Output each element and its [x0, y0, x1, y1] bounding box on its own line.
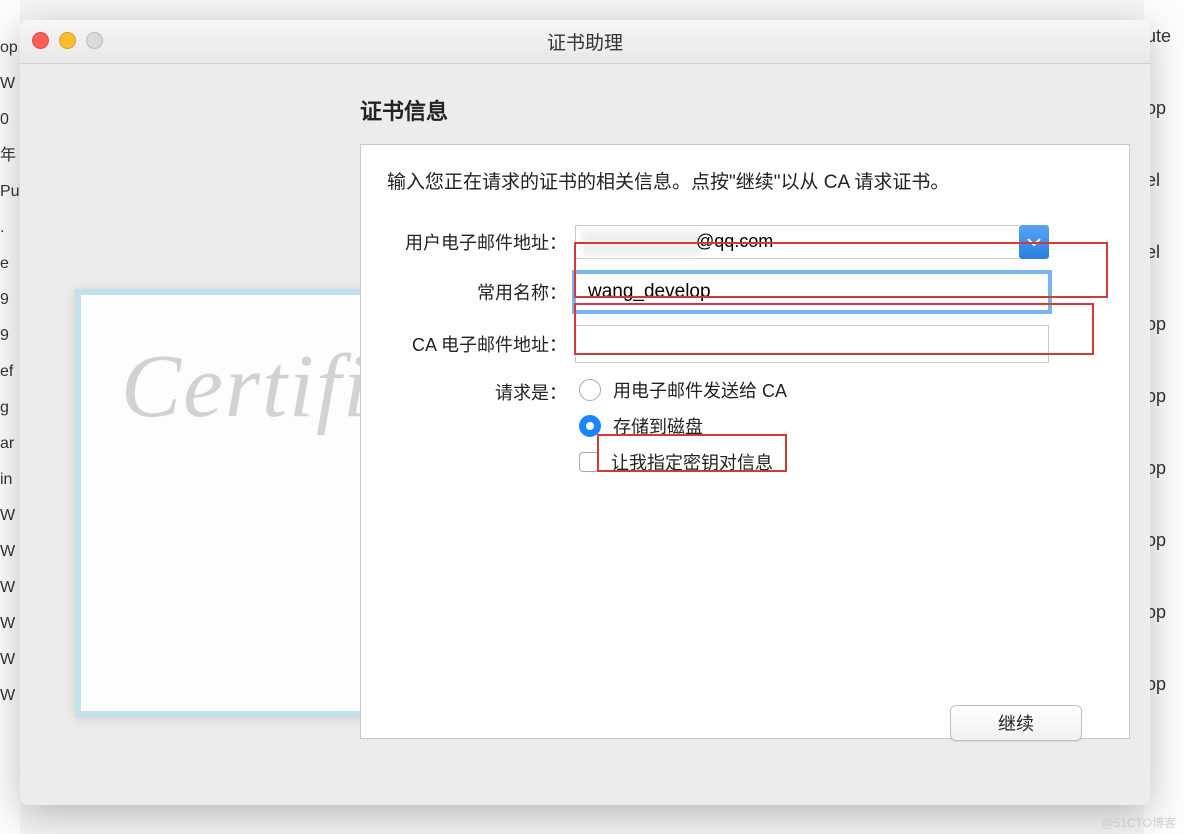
background-left-column: opW0年 Pu.e 99ef garin WWW WWW: [0, 0, 20, 834]
titlebar: 证书助理: [20, 20, 1150, 64]
minimize-window-button[interactable]: [59, 32, 76, 49]
background-right-column: ute op el el op op op op op op: [1144, 0, 1184, 834]
ca-email-label: CA 电子邮件地址：: [387, 331, 567, 357]
radio-save-disk-label: 存储到磁盘: [613, 413, 703, 439]
request-options: 用电子邮件发送给 CA 存储到磁盘 让我指定密钥对信息: [575, 377, 787, 475]
email-suffix: @qq.com: [696, 231, 773, 252]
request-row: 请求是： 用电子邮件发送给 CA 存储到磁盘 让我指定密钥对信息: [387, 377, 1103, 475]
chevron-down-icon: [1027, 237, 1041, 247]
window-controls: [32, 32, 103, 49]
certificate-assistant-dialog: 证书助理 Certificate 证书信息 输入您正在请求的证书的相关信息。点按…: [20, 20, 1150, 805]
continue-button[interactable]: 继续: [950, 705, 1082, 741]
request-label: 请求是：: [387, 377, 567, 405]
radio-email-ca-label: 用电子邮件发送给 CA: [613, 377, 787, 403]
close-window-button[interactable]: [32, 32, 49, 49]
form-panel: 输入您正在请求的证书的相关信息。点按"继续"以从 CA 请求证书。 用户电子邮件…: [360, 144, 1130, 739]
common-name-row: 常用名称：: [387, 273, 1103, 311]
radio-save-disk[interactable]: [579, 415, 601, 437]
dialog-content: Certificate 证书信息 输入您正在请求的证书的相关信息。点按"继续"以…: [20, 64, 1150, 759]
redacted-email-prefix: [582, 230, 700, 256]
common-name-label: 常用名称：: [387, 279, 567, 305]
window-title: 证书助理: [547, 28, 623, 55]
email-combobox[interactable]: @qq.com: [575, 225, 1049, 259]
email-dropdown-button[interactable]: [1019, 225, 1049, 259]
instruction-text: 输入您正在请求的证书的相关信息。点按"继续"以从 CA 请求证书。: [387, 167, 1103, 199]
watermark: @51CTO博客: [1101, 814, 1176, 831]
radio-save-disk-row[interactable]: 存储到磁盘: [579, 413, 787, 439]
email-field[interactable]: @qq.com: [575, 225, 1019, 259]
zoom-window-button[interactable]: [86, 32, 103, 49]
section-heading: 证书信息: [360, 94, 1110, 126]
ca-email-field[interactable]: [575, 325, 1049, 363]
radio-email-ca[interactable]: [579, 379, 601, 401]
email-label: 用户电子邮件地址：: [387, 229, 567, 255]
check-keypair[interactable]: [579, 452, 599, 472]
email-row: 用户电子邮件地址： @qq.com: [387, 225, 1103, 259]
check-keypair-row[interactable]: 让我指定密钥对信息: [579, 449, 787, 475]
radio-email-ca-row[interactable]: 用电子邮件发送给 CA: [579, 377, 787, 403]
common-name-field[interactable]: [575, 273, 1049, 311]
check-keypair-label: 让我指定密钥对信息: [611, 449, 773, 475]
ca-email-row: CA 电子邮件地址：: [387, 325, 1103, 363]
